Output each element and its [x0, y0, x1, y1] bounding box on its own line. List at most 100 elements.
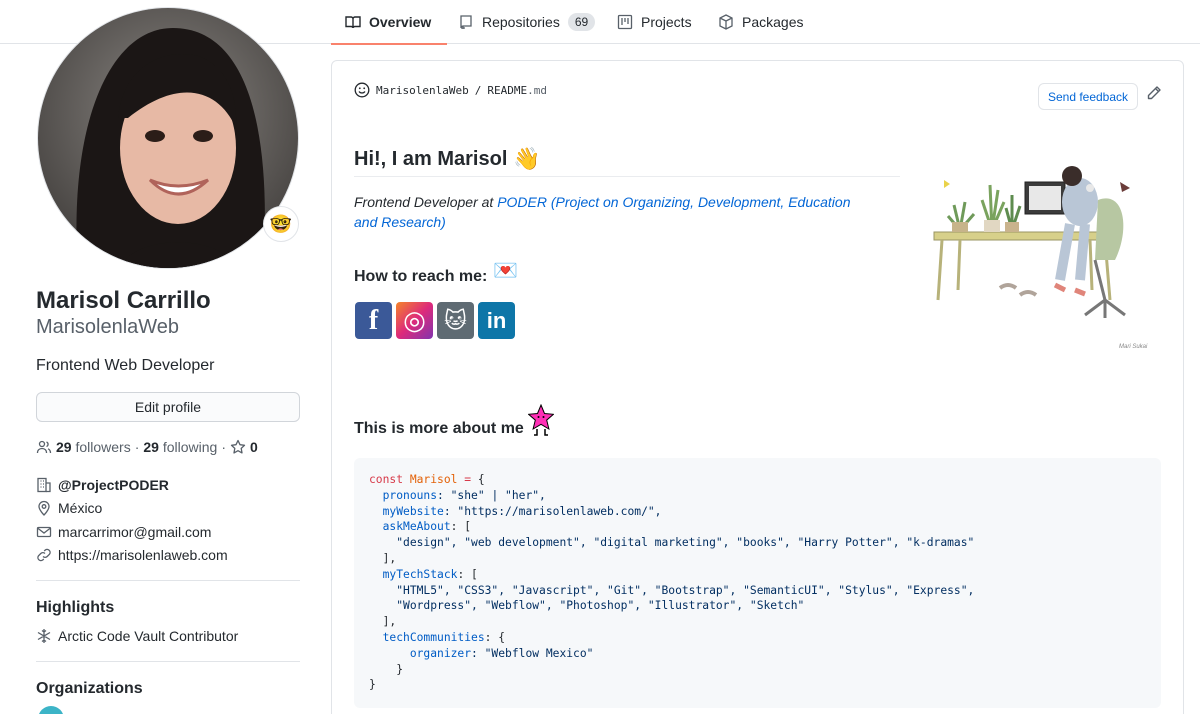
tab-overview[interactable]: Overview — [330, 0, 448, 45]
code-block: const Marisol = { pronouns: "she" | "her… — [354, 458, 1161, 708]
highlights-title: Highlights — [36, 599, 115, 616]
stars-count: 0 — [250, 439, 258, 455]
code-value: : "Webflow Mexico" — [471, 646, 594, 660]
email-link[interactable]: marcarrimor@gmail.com — [58, 524, 211, 540]
following-link[interactable]: 29 following — [143, 439, 217, 455]
profile-location: México — [36, 500, 102, 516]
readme-file-name: README — [487, 83, 528, 97]
facebook-glyph: f — [368, 304, 379, 336]
star-character-icon — [527, 404, 554, 436]
project-icon — [617, 14, 633, 30]
nerd-face-icon: 🤓 — [269, 213, 293, 234]
snowflake-icon — [37, 629, 51, 643]
code-value: : "https://marisolenlaweb.com/", — [443, 504, 662, 518]
hi-text: Hi!, I am Marisol — [354, 147, 508, 170]
code-punct: ], — [382, 615, 397, 629]
people-icon — [36, 440, 52, 454]
readme-heading-hi: Hi!, I am Marisol 👋 — [354, 146, 541, 172]
sidebar-divider — [36, 661, 300, 662]
love-letter-icon: 💌 — [493, 260, 519, 282]
code-punct: : [ — [450, 520, 472, 534]
code-key: myTechStack — [382, 567, 458, 581]
instagram-glyph: ◎ — [403, 305, 426, 335]
readme-heading-more: This is more about me — [354, 404, 554, 438]
tab-packages-label: Packages — [742, 14, 804, 30]
illustration-signature: Mari Sukai — [1119, 344, 1148, 350]
website-link[interactable]: https://marisolenlaweb.com — [58, 547, 228, 563]
following-label: following — [162, 439, 218, 455]
code-key: askMeAbout — [382, 520, 451, 534]
facebook-icon[interactable]: f — [355, 302, 392, 339]
more-text: This is more about me — [354, 420, 524, 437]
link-icon — [37, 548, 51, 562]
book-icon — [345, 16, 361, 29]
location-icon — [38, 500, 50, 516]
intro-prefix: Frontend Developer at — [354, 194, 498, 210]
desk-illustration — [933, 166, 1130, 318]
tab-packages[interactable]: Packages — [718, 0, 803, 44]
highlight-item: Arctic Code Vault Contributor — [36, 628, 238, 644]
path-separator: / — [474, 83, 482, 97]
organizations-title: Organizations — [36, 680, 143, 697]
code-key: myWebsite — [382, 504, 444, 518]
github-icon[interactable]: 🐱 — [437, 302, 474, 339]
readme-intro: Frontend Developer at PODER (Project on … — [354, 192, 874, 232]
readme-file-ext: .md — [527, 83, 547, 97]
followers-count: 29 — [56, 439, 72, 455]
reach-text: How to reach me: — [354, 267, 488, 285]
tab-projects[interactable]: Projects — [617, 0, 692, 44]
sidebar-divider — [36, 580, 300, 581]
mail-icon — [36, 526, 52, 538]
package-icon — [719, 14, 733, 30]
highlight-text: Arctic Code Vault Contributor — [58, 628, 239, 644]
profile-email: marcarrimor@gmail.com — [36, 524, 211, 540]
profile-bio: Frontend Web Developer — [36, 357, 215, 374]
repositories-count: 69 — [567, 13, 596, 31]
organization-icon — [37, 477, 51, 493]
send-feedback-button[interactable]: Send feedback — [1038, 83, 1138, 110]
tab-repositories[interactable]: Repositories 69 — [458, 0, 596, 44]
code-token: { — [471, 473, 485, 486]
code-punct: } — [396, 662, 404, 676]
tab-projects-label: Projects — [641, 14, 692, 30]
code-punct: : [ — [457, 567, 478, 581]
readme-path: MarisolenlaWeb / README.md — [354, 82, 547, 98]
location-text: México — [58, 500, 103, 516]
profile-company: @ProjectPODER — [36, 477, 169, 493]
linkedin-icon[interactable]: in — [478, 302, 515, 339]
profile-website: https://marisolenlaweb.com — [36, 547, 228, 563]
stars-link[interactable]: 0 — [230, 439, 258, 455]
code-value: : "she" | "her", — [437, 488, 546, 502]
tab-overview-label: Overview — [369, 14, 432, 30]
company-link[interactable]: @ProjectPODER — [58, 477, 169, 493]
code-punct: : { — [484, 630, 506, 644]
code-token: const — [369, 473, 404, 486]
code-value: "design", "web development", "digital ma… — [396, 536, 975, 550]
readme-owner-link[interactable]: MarisolenlaWeb — [376, 84, 469, 97]
smiley-icon — [354, 82, 370, 98]
code-key: pronouns — [382, 488, 438, 502]
pencil-icon[interactable] — [1146, 85, 1162, 101]
social-links: f ◎ 🐱 in — [355, 302, 515, 339]
organization-avatar[interactable] — [38, 706, 64, 714]
tab-repositories-label: Repositories — [482, 14, 560, 30]
code-key: organizer — [409, 646, 472, 660]
linkedin-glyph: in — [486, 307, 507, 333]
code-token: Marisol — [409, 473, 458, 486]
status-emoji[interactable]: 🤓 — [263, 206, 299, 242]
github-glyph: 🐱 — [444, 307, 467, 333]
star-icon — [230, 439, 246, 454]
followers-link[interactable]: 29 followers — [56, 439, 131, 455]
instagram-icon[interactable]: ◎ — [396, 302, 433, 339]
edit-profile-button[interactable]: Edit profile — [36, 392, 300, 422]
readme-heading-reach: How to reach me: 💌 — [354, 260, 518, 289]
waving-hand-icon: 👋 — [513, 146, 541, 171]
code-value: "HTML5", "CSS3", "Javascript", "Git", "B… — [396, 583, 975, 597]
avatar[interactable] — [37, 7, 299, 269]
follow-stats: 29 followers · 29 following · 0 — [36, 439, 258, 455]
code-punct: } — [369, 678, 376, 692]
dot-separator: · — [134, 439, 140, 455]
code-content: const Marisol = { pronouns: "she" | "her… — [369, 472, 974, 693]
repo-icon — [460, 15, 472, 29]
code-punct: ], — [382, 551, 397, 565]
